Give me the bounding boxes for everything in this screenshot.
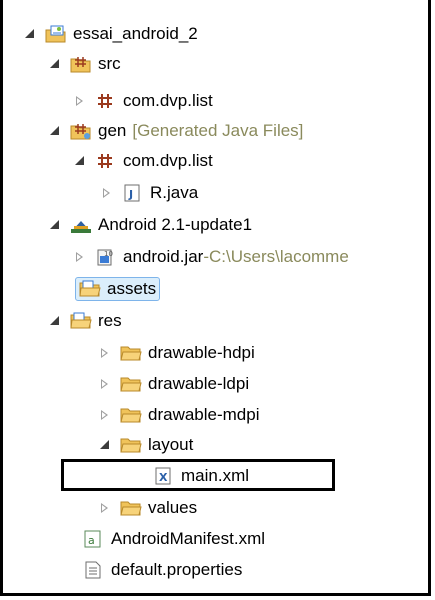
expand-arrow-icon[interactable] — [98, 438, 112, 452]
manifest-file-icon: a — [83, 529, 103, 549]
expand-arrow-icon[interactable] — [73, 154, 87, 168]
svg-text:10: 10 — [104, 250, 113, 258]
folder-icon — [120, 498, 142, 518]
tree-item-default-properties[interactable]: default.properties — [83, 555, 242, 585]
collapse-arrow-icon[interactable] — [98, 346, 112, 360]
svg-text:a: a — [88, 534, 95, 547]
collapse-arrow-icon[interactable] — [98, 377, 112, 391]
package-icon — [95, 91, 115, 111]
expand-arrow-icon[interactable] — [48, 57, 62, 71]
folder-icon — [120, 435, 142, 455]
project-label: essai_android_2 — [73, 24, 198, 43]
tree-item-assets[interactable]: assets — [75, 274, 161, 304]
default-properties-label: default.properties — [111, 560, 243, 579]
gen-label: gen — [98, 121, 127, 140]
drawable-hdpi-label: drawable-hdpi — [148, 343, 255, 362]
values-label: values — [148, 498, 198, 517]
folder-icon — [70, 311, 92, 331]
src-label: src — [98, 54, 121, 73]
tree-item-values[interactable]: values — [98, 493, 197, 523]
package-icon — [95, 151, 115, 171]
expand-arrow-icon[interactable] — [48, 218, 62, 232]
tree-item-project[interactable]: essai_android_2 — [23, 19, 198, 49]
tree-item-res[interactable]: res — [48, 306, 122, 336]
android-jar-label: android.jar — [123, 247, 204, 266]
res-label: res — [98, 311, 122, 330]
folder-icon — [120, 374, 142, 394]
collapse-arrow-icon[interactable] — [98, 408, 112, 422]
tree-item-drawable-hdpi[interactable]: drawable-hdpi — [98, 338, 255, 368]
folder-icon — [120, 405, 142, 425]
tree-item-r-java[interactable]: J R.java — [100, 178, 198, 208]
android-library-label: Android 2.1-update1 — [98, 215, 253, 234]
collapse-arrow-icon[interactable] — [98, 501, 112, 515]
expand-arrow-icon[interactable] — [23, 27, 37, 41]
manifest-label: AndroidManifest.xml — [111, 529, 266, 548]
collapse-arrow-icon[interactable] — [73, 94, 87, 108]
gen-decoration: [Generated Java Files] — [132, 121, 304, 140]
folder-icon — [120, 343, 142, 363]
tree-item-drawable-mdpi[interactable]: drawable-mdpi — [98, 400, 260, 430]
drawable-mdpi-label: drawable-mdpi — [148, 405, 260, 424]
main-xml-highlight-box — [61, 459, 335, 491]
tree-item-src[interactable]: src — [48, 49, 121, 79]
assets-label: assets — [107, 279, 157, 298]
tree-item-gen-package[interactable]: com.dvp.list — [73, 146, 213, 176]
jar-icon: 10 — [95, 247, 115, 267]
text-file-icon — [83, 560, 103, 580]
tree-item-manifest[interactable]: a AndroidManifest.xml — [83, 524, 265, 554]
gen-package-label: com.dvp.list — [123, 151, 213, 170]
library-icon — [70, 215, 91, 235]
package-explorer-tree: essai_android_2 src com.dvp.list gen [Ge… — [0, 0, 431, 596]
tree-item-android-jar[interactable]: 10 android.jar - C:\Users\lacomme — [73, 242, 349, 272]
tree-item-src-package[interactable]: com.dvp.list — [73, 86, 213, 116]
tree-item-android-library[interactable]: Android 2.1-update1 — [48, 210, 252, 240]
svg-text:J: J — [128, 188, 133, 201]
src-package-label: com.dvp.list — [123, 91, 213, 110]
assets-selection[interactable]: assets — [75, 277, 161, 301]
drawable-ldpi-label: drawable-ldpi — [148, 374, 250, 393]
tree-item-layout[interactable]: layout — [98, 430, 193, 460]
android-jar-path: C:\Users\lacomme — [209, 247, 349, 266]
tree-item-gen[interactable]: gen [Generated Java Files] — [48, 116, 303, 146]
expand-arrow-icon[interactable] — [48, 124, 62, 138]
java-file-icon: J — [122, 183, 142, 203]
collapse-arrow-icon[interactable] — [100, 186, 114, 200]
folder-icon — [79, 279, 101, 299]
generated-folder-icon — [70, 121, 91, 141]
collapse-arrow-icon[interactable] — [73, 250, 87, 264]
r-java-label: R.java — [150, 183, 199, 202]
layout-label: layout — [148, 435, 194, 454]
android-project-icon — [45, 24, 66, 44]
expand-arrow-icon[interactable] — [48, 314, 62, 328]
source-folder-icon — [70, 54, 91, 74]
tree-item-drawable-ldpi[interactable]: drawable-ldpi — [98, 369, 249, 399]
